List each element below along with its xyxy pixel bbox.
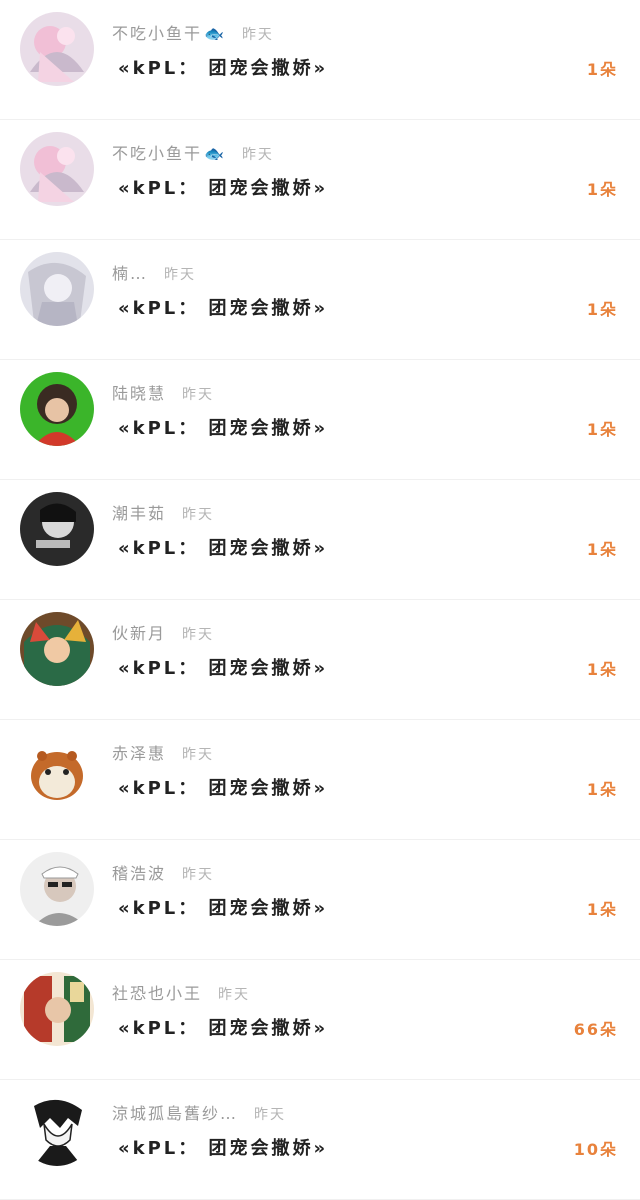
avatar[interactable] (20, 132, 94, 206)
avatar[interactable] (20, 1092, 94, 1166)
user-name-line: 涼城孤島舊纱… 昨天 (112, 1100, 286, 1124)
flower-count: 1朵 (586, 180, 618, 199)
user-name-line: 陆晓慧 昨天 (112, 380, 214, 404)
user-name-line: 潮丰茹 昨天 (112, 500, 214, 524)
flower-count: 1朵 (586, 540, 618, 559)
user-name[interactable]: 陆晓慧 (112, 384, 166, 403)
user-name[interactable]: 不吃小鱼干 (112, 144, 202, 163)
avatar[interactable] (20, 732, 94, 806)
user-name[interactable]: 潮丰茹 (112, 504, 166, 523)
fish-emoji-icon: 🐟 (204, 144, 226, 163)
gift-message: «kPL： 团宠会撒娇» (118, 778, 329, 799)
avatar[interactable] (20, 612, 94, 686)
user-name-line: 稽浩波 昨天 (112, 860, 214, 884)
avatar[interactable] (20, 492, 94, 566)
user-name[interactable]: 赤泽惠 (112, 744, 166, 763)
timestamp: 昨天 (182, 747, 215, 763)
avatar[interactable] (20, 252, 94, 326)
list-item[interactable]: 社恐也小王 昨天 «kPL： 团宠会撒娇» 66朵 (0, 960, 640, 1080)
list-item[interactable]: 陆晓慧 昨天 «kPL： 团宠会撒娇» 1朵 (0, 360, 640, 480)
flower-count: 1朵 (586, 900, 618, 919)
gift-message: «kPL： 团宠会撒娇» (118, 898, 329, 919)
timestamp: 昨天 (254, 1107, 287, 1123)
user-name[interactable]: 稽浩波 (112, 864, 166, 883)
gift-message: «kPL： 团宠会撒娇» (118, 538, 329, 559)
list-item[interactable]: 潮丰茹 昨天 «kPL： 团宠会撒娇» 1朵 (0, 480, 640, 600)
timestamp: 昨天 (182, 867, 215, 883)
fish-emoji-icon: 🐟 (204, 24, 226, 43)
flower-count: 1朵 (586, 780, 618, 799)
gift-message: «kPL： 团宠会撒娇» (118, 418, 329, 439)
avatar[interactable] (20, 972, 94, 1046)
avatar[interactable] (20, 12, 94, 86)
timestamp: 昨天 (241, 147, 274, 163)
list-item[interactable]: 不吃小鱼干 🐟 昨天 «kPL： 团宠会撒娇» 1朵 (0, 120, 640, 240)
timestamp: 昨天 (182, 507, 215, 523)
flower-count: 1朵 (586, 420, 618, 439)
user-name[interactable]: 不吃小鱼干 (112, 24, 202, 43)
user-name-line: 伙新月 昨天 (112, 620, 214, 644)
timestamp: 昨天 (182, 627, 215, 643)
flower-count: 1朵 (586, 60, 618, 79)
timestamp: 昨天 (182, 387, 215, 403)
timestamp: 昨天 (218, 987, 251, 1003)
flower-count: 66朵 (573, 1020, 618, 1039)
user-name[interactable]: 涼城孤島舊纱… (112, 1104, 238, 1123)
list-item[interactable]: 楠… 昨天 «kPL： 团宠会撒娇» 1朵 (0, 240, 640, 360)
gift-message: «kPL： 团宠会撒娇» (118, 1138, 329, 1159)
flower-count: 1朵 (586, 300, 618, 319)
avatar[interactable] (20, 372, 94, 446)
user-name[interactable]: 楠… (112, 264, 148, 283)
timestamp: 昨天 (164, 267, 197, 283)
timestamp: 昨天 (241, 27, 274, 43)
avatar[interactable] (20, 852, 94, 926)
flower-count: 10朵 (573, 1140, 618, 1159)
user-name-line: 不吃小鱼干 🐟 昨天 (112, 20, 274, 44)
user-name-line: 赤泽惠 昨天 (112, 740, 214, 764)
user-name-line: 不吃小鱼干 🐟 昨天 (112, 140, 274, 164)
user-name-line: 楠… 昨天 (112, 260, 196, 284)
flower-count: 1朵 (586, 660, 618, 679)
user-name[interactable]: 伙新月 (112, 624, 166, 643)
user-name-line: 社恐也小王 昨天 (112, 980, 250, 1004)
gift-message: «kPL： 团宠会撒娇» (118, 178, 329, 199)
list-item[interactable]: 涼城孤島舊纱… 昨天 «kPL： 团宠会撒娇» 10朵 (0, 1080, 640, 1200)
gift-message: «kPL： 团宠会撒娇» (118, 1018, 329, 1039)
gift-list: 不吃小鱼干 🐟 昨天 «kPL： 团宠会撒娇» 1朵 不吃小鱼干 🐟 昨天 «kPL： 团宠会撒… (0, 0, 640, 1200)
user-name[interactable]: 社恐也小王 (112, 984, 202, 1003)
list-item[interactable]: 不吃小鱼干 🐟 昨天 «kPL： 团宠会撒娇» 1朵 (0, 0, 640, 120)
list-item[interactable]: 赤泽惠 昨天 «kPL： 团宠会撒娇» 1朵 (0, 720, 640, 840)
list-item[interactable]: 伙新月 昨天 «kPL： 团宠会撒娇» 1朵 (0, 600, 640, 720)
gift-message: «kPL： 团宠会撒娇» (118, 298, 329, 319)
list-item[interactable]: 稽浩波 昨天 «kPL： 团宠会撒娇» 1朵 (0, 840, 640, 960)
gift-message: «kPL： 团宠会撒娇» (118, 658, 329, 679)
gift-message: «kPL： 团宠会撒娇» (118, 58, 329, 79)
